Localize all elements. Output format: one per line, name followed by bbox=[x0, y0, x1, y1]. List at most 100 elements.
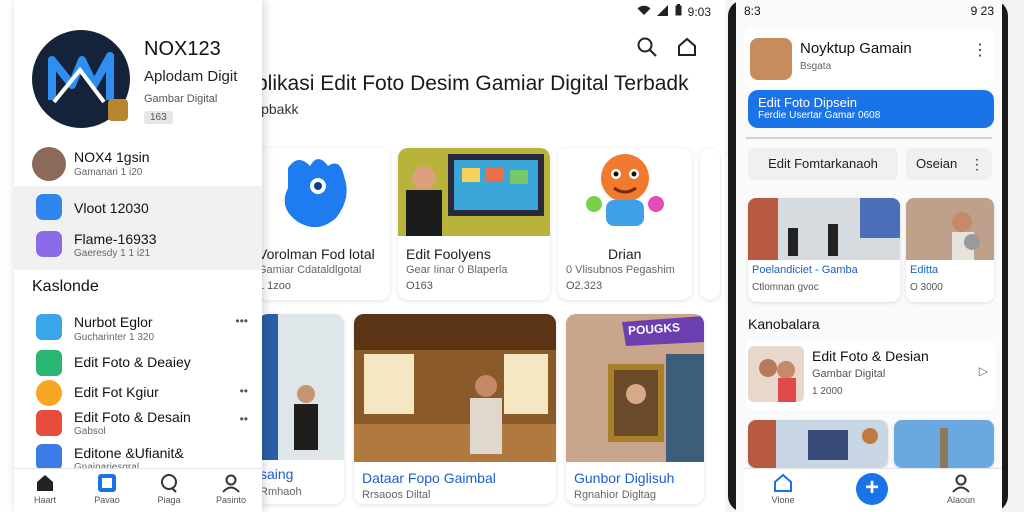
status-time: 9:03 bbox=[687, 4, 711, 19]
more-icon[interactable]: •• bbox=[240, 412, 248, 426]
photo-card[interactable]: Editta O 3000 bbox=[906, 198, 994, 302]
nav-drawer: NOX123 Aplodam Digit Gambar Digital 163 … bbox=[14, 0, 262, 512]
card-photo bbox=[398, 148, 550, 236]
nav-profile[interactable]: Pasinto bbox=[200, 473, 262, 505]
badge-icon bbox=[108, 99, 128, 121]
banner-title: Edit Foto Dipsein bbox=[758, 95, 857, 110]
card-title: saing bbox=[260, 466, 294, 482]
phone-bottom-nav: Vlone + Alaoun bbox=[744, 468, 1002, 512]
item-thumbnail bbox=[748, 346, 804, 402]
design-dropdown[interactable]: Oseian ⋮ bbox=[906, 148, 992, 180]
list-item-label: Nurbot Eglor bbox=[74, 314, 153, 330]
list-item[interactable]: Edit Foto & Desian Gambar Digital 1 2000… bbox=[746, 340, 996, 410]
card-meta: 1 1zoo bbox=[258, 280, 292, 292]
photo-card-partial[interactable] bbox=[894, 420, 994, 468]
app-card[interactable]: Edit Foolyens Gear Iinar 0 Blaperla O163 bbox=[398, 148, 550, 300]
drawer-item[interactable]: Flame-16933 Gaeresdy 1 1 i21 bbox=[14, 228, 262, 270]
app-card-partial[interactable] bbox=[700, 148, 720, 300]
account-sub: Gamanari 1 i20 bbox=[74, 167, 143, 178]
phone-status-time: 8:3 bbox=[744, 4, 761, 18]
card-photo bbox=[748, 198, 900, 260]
app-card[interactable]: Drian 0 Vlisubnos Pegashim O2.323 bbox=[558, 148, 692, 300]
add-button[interactable]: + bbox=[856, 473, 888, 505]
battery-icon bbox=[675, 4, 682, 19]
card-title: Edit Foolyens bbox=[406, 246, 491, 262]
card-title: Drian bbox=[608, 246, 642, 262]
nav-home[interactable]: Vlone bbox=[752, 473, 814, 505]
photo-card[interactable]: Poelandiciet - Gamba Ctlomnan gvoc bbox=[748, 198, 900, 302]
home-icon[interactable] bbox=[676, 36, 698, 58]
edit-button[interactable]: Edit Fomtarkanaoh bbox=[748, 148, 898, 180]
card-photo: POUGKS bbox=[566, 314, 704, 462]
app-name: NOX123 bbox=[144, 38, 221, 60]
nav-chat[interactable]: Piaga bbox=[138, 473, 200, 505]
account-name: NOX4 1gsin bbox=[74, 149, 150, 165]
dropdown-label: Oseian bbox=[916, 156, 958, 171]
item-title: Edit Foto & Desian bbox=[812, 348, 929, 364]
card-meta: Ctlomnan gvoc bbox=[752, 282, 819, 293]
card-sub: Rgnahior Digltag bbox=[574, 489, 656, 501]
nav-gallery[interactable]: Pavao bbox=[76, 473, 138, 505]
app-card[interactable]: POUGKS Gunbor Diglisuh Rgnahior Digltag bbox=[566, 314, 704, 504]
card-photo bbox=[258, 314, 344, 460]
drawer-item-label: Vloot 12030 bbox=[74, 200, 149, 216]
phone-status-right: 9 23 bbox=[970, 4, 994, 18]
app-icon bbox=[36, 444, 62, 470]
card-meta: O 3000 bbox=[910, 282, 943, 293]
chat-icon bbox=[159, 473, 179, 493]
app-icon bbox=[36, 314, 62, 340]
list-item-label: Editone &Ufianit& bbox=[74, 445, 184, 461]
photo-card-partial[interactable] bbox=[748, 420, 888, 468]
version-chip: 163 bbox=[144, 111, 173, 124]
card-title: Gunbor Diglisuh bbox=[574, 470, 675, 486]
card-sub: Rrsaoos Diltal bbox=[362, 489, 431, 501]
search-icon[interactable] bbox=[636, 36, 658, 58]
avatar bbox=[32, 147, 66, 181]
list-item-sub: Gabsol bbox=[74, 426, 106, 437]
app-description: Gambar Digital bbox=[144, 93, 218, 105]
phone-header-title: Noyktup Gamain bbox=[800, 40, 912, 57]
page-subtitle: ipbakk bbox=[258, 101, 299, 117]
banner-sub: Ferdie Usertar Gamar 0608 bbox=[758, 110, 881, 121]
card-sub: Gear Iinar 0 Blaperla bbox=[406, 264, 508, 276]
promo-banner[interactable]: Edit Foto Dipsein Ferdie Usertar Gamar 0… bbox=[748, 90, 994, 128]
card-sub: Rmhaoh bbox=[260, 486, 302, 498]
profile-icon bbox=[221, 473, 241, 493]
app-card[interactable]: Dataar Fopo Gaimbal Rrsaoos Diltal bbox=[354, 314, 556, 504]
mascot-icon bbox=[258, 148, 390, 240]
chevron-right-icon: ▷ bbox=[978, 364, 988, 378]
app-tagline: Aplodam Digit bbox=[144, 68, 238, 85]
profile-icon bbox=[951, 473, 971, 493]
drawer-item[interactable]: Vloot 12030 bbox=[14, 186, 262, 228]
card-meta: O163 bbox=[406, 280, 433, 292]
more-icon[interactable]: •• bbox=[240, 384, 248, 398]
bottom-nav: Haart Pavao Piaga Pasinto bbox=[14, 468, 262, 512]
phone-header-card[interactable]: Noyktup Gamain Bsgata ⋮ bbox=[744, 28, 994, 88]
section-heading: Kaslonde bbox=[32, 278, 99, 295]
drawer-account-row[interactable]: NOX4 1gsin Gamanari 1 i20 bbox=[14, 142, 262, 184]
phone-header-sub: Bsgata bbox=[800, 61, 832, 72]
card-title: Editta bbox=[910, 264, 939, 276]
card-sub: 0 Vlisubnos Pegashim bbox=[566, 264, 675, 276]
more-icon[interactable]: ••• bbox=[235, 314, 248, 328]
list-item-label: Edit Foto & Desain bbox=[74, 409, 191, 425]
more-vert-icon[interactable]: ⋮ bbox=[972, 40, 988, 60]
app-card[interactable]: saing Rmhaoh bbox=[258, 314, 344, 504]
home-icon bbox=[773, 473, 793, 493]
card-sub: Gamiar Cdataldlgotal bbox=[258, 264, 362, 276]
item-meta: 1 2000 bbox=[812, 386, 843, 397]
avatar bbox=[750, 38, 792, 80]
card-title: Poelandiciet - Gamba bbox=[752, 264, 858, 276]
app-icon bbox=[36, 350, 62, 376]
nav-home[interactable]: Haart bbox=[14, 473, 76, 505]
section-heading: Kanobalara bbox=[748, 316, 820, 332]
nav-profile[interactable]: Alaoun bbox=[930, 473, 992, 505]
wifi-icon bbox=[637, 5, 651, 19]
drawer-item-label: Flame-16933 bbox=[74, 231, 157, 247]
phone-screen: 8:3 9 23 Noyktup Gamain Bsgata ⋮ Edit Fo… bbox=[736, 0, 1002, 512]
card-title: Vorolman Fod lotal bbox=[258, 246, 375, 262]
drawer-item-sub: Gaeresdy 1 1 i21 bbox=[74, 248, 151, 259]
card-photo bbox=[906, 198, 994, 260]
divider bbox=[746, 137, 992, 139]
app-card[interactable]: Vorolman Fod lotal Gamiar Cdataldlgotal … bbox=[258, 148, 390, 300]
